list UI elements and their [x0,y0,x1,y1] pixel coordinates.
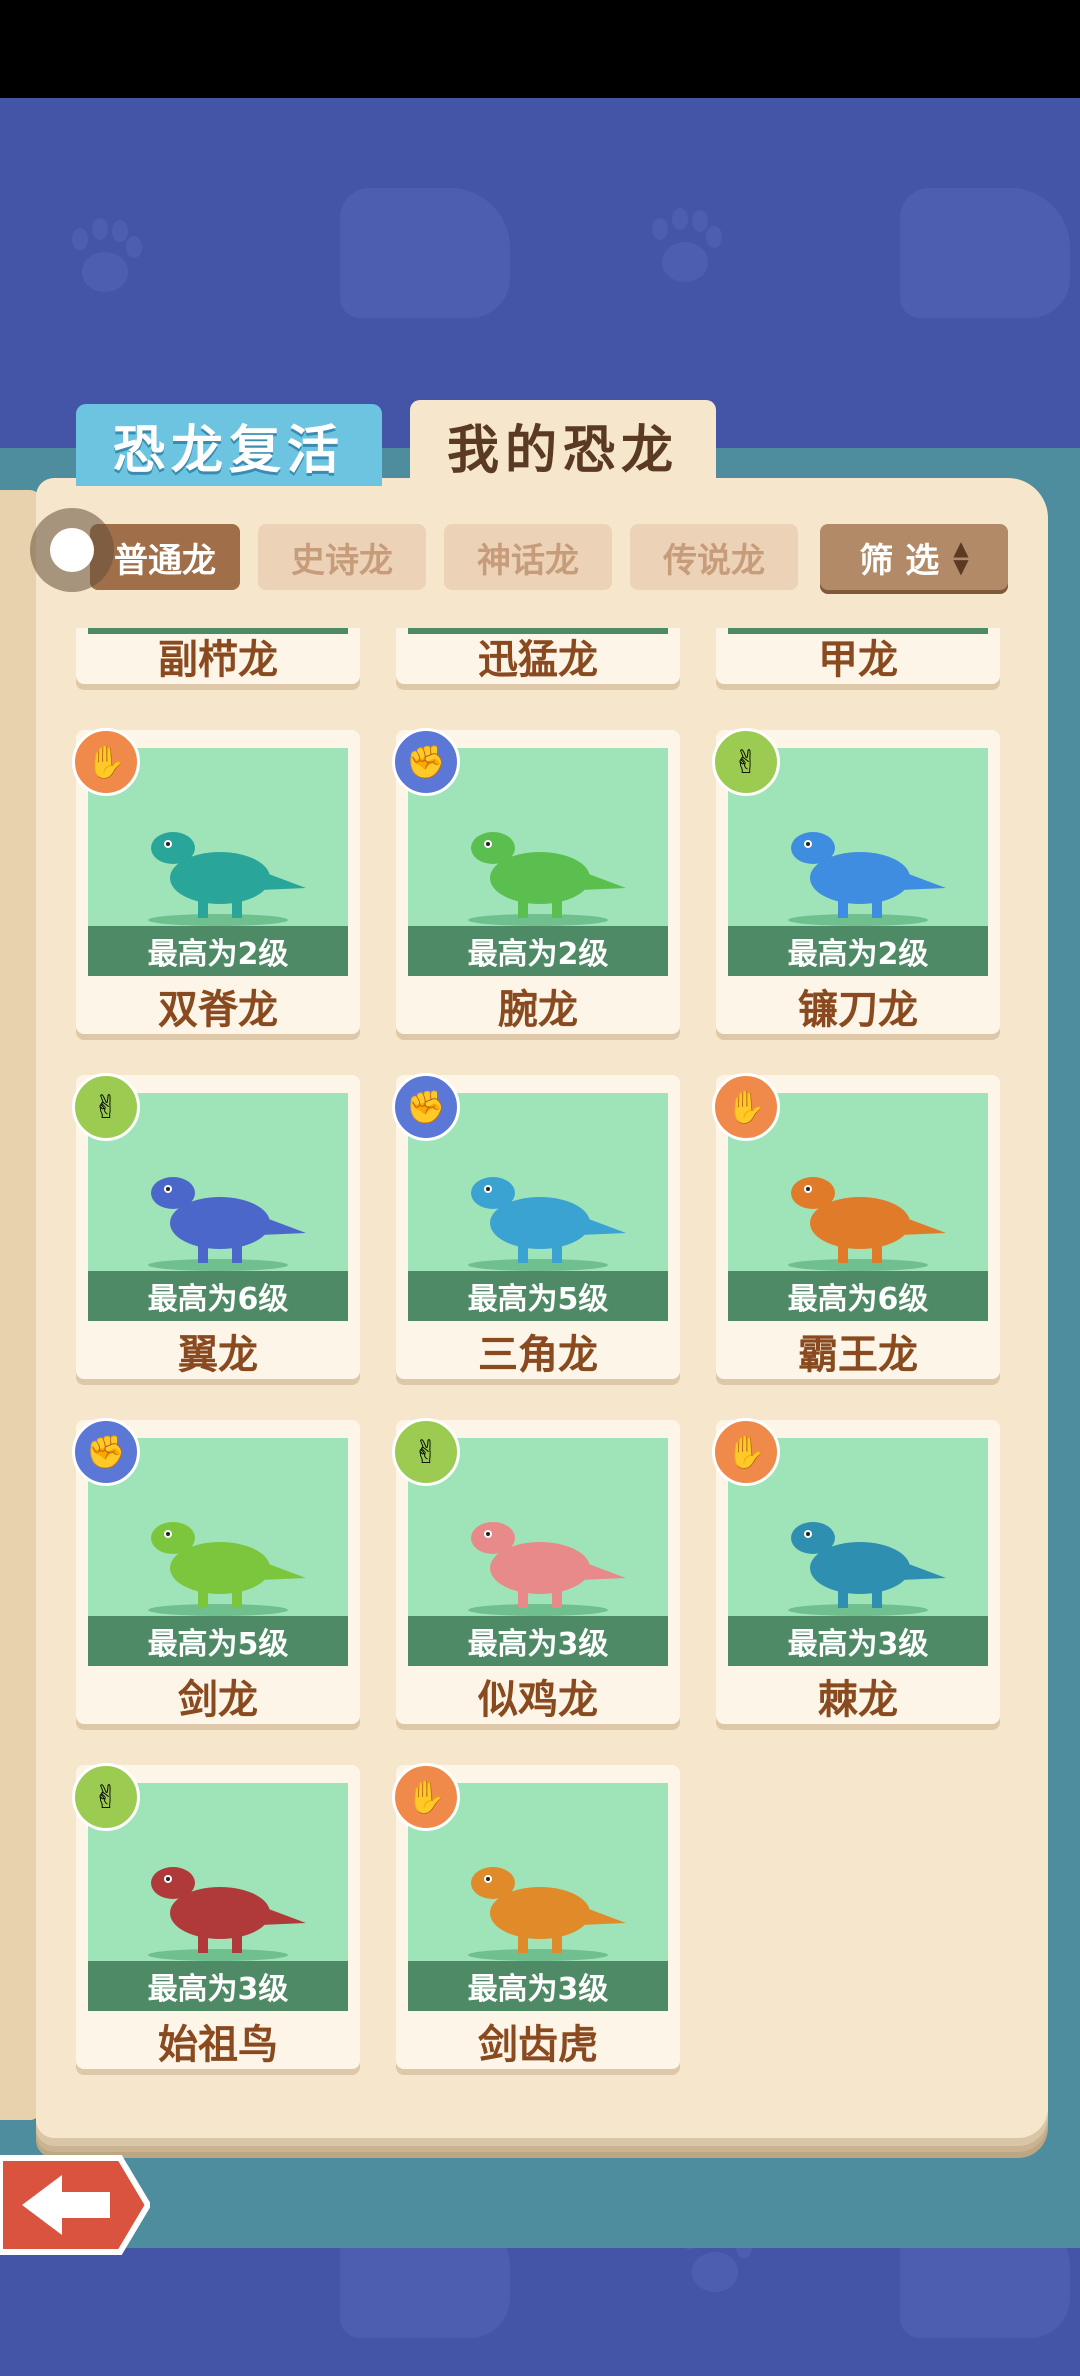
dino-name: 镰刀龙 [798,987,918,1033]
dino-max-level: 最高为3级 [728,1616,988,1666]
dino-head-decoration [340,188,510,318]
dino-max-level: 最高为2级 [728,926,988,976]
filter-button-label: 筛 选 [859,540,940,581]
hand-sign-icon: ✋ [712,1418,780,1486]
dino-head-decoration [900,188,1070,318]
dino-icon [148,1867,306,1961]
dino-card[interactable]: 最高为2级双脊龙 ✋ [72,728,360,1034]
paw-decoration [650,208,722,288]
dino-max-level: 最高为3级 [88,1961,348,2011]
filter-bar: 普通龙 史诗龙 神话龙 传说龙 筛 选 ▲ ▼ [0,524,1080,594]
filter-legend[interactable]: 传说龙 [630,524,798,590]
tab-my-dinos[interactable]: 我的恐龙 [410,400,716,490]
dino-icon [468,832,626,926]
dino-max-level: 最高为3级 [408,1616,668,1666]
hand-sign-icon: ✋ [392,1763,460,1831]
dino-card-name[interactable]: 副栉龙 [76,628,360,684]
hand-sign-icon: ✌ [392,1418,460,1486]
dino-name: 似鸡龙 [478,1677,598,1723]
dino-card[interactable]: 最高为5级剑龙 ✊ [72,1418,360,1724]
dino-name: 腕龙 [498,987,578,1033]
dino-name: 棘龙 [818,1677,898,1723]
dino-icon [788,1177,946,1271]
status-bar [0,0,1080,98]
dino-card[interactable]: 最高为5级三角龙 ✊ [392,1073,680,1379]
filter-button[interactable]: 筛 选 ▲ ▼ [820,524,1008,590]
dino-icon [788,832,946,926]
hand-sign-icon: ✊ [392,728,460,796]
dino-icon [148,1522,306,1616]
dino-icon [148,1177,306,1271]
hand-sign-icon: ✋ [712,1073,780,1141]
dino-name: 三角龙 [478,1332,598,1378]
dino-icon [788,1522,946,1616]
dino-max-level: 最高为5级 [408,1271,668,1321]
dino-card[interactable]: 最高为3级似鸡龙 ✌ [392,1418,680,1724]
dino-max-level: 最高为6级 [88,1271,348,1321]
back-button[interactable] [0,2140,150,2270]
dino-card[interactable]: 最高为6级翼龙 ✌ [72,1073,360,1379]
dino-card-name[interactable]: 迅猛龙 [396,628,680,684]
dino-name: 双脊龙 [158,987,278,1033]
dino-name: 始祖鸟 [158,2022,278,2068]
sort-arrows-icon: ▲ ▼ [953,536,969,578]
filter-myth[interactable]: 神话龙 [444,524,612,590]
dino-card[interactable]: 最高为2级腕龙 ✊ [392,728,680,1034]
filter-epic[interactable]: 史诗龙 [258,524,426,590]
hand-sign-icon: ✊ [72,1418,140,1486]
dino-card[interactable]: 最高为6级霸王龙 ✋ [712,1073,1000,1379]
dino-name: 剑齿虎 [478,2022,598,2068]
dino-name: 霸王龙 [798,1332,918,1378]
dino-card-name[interactable]: 甲龙 [716,628,1000,684]
hand-sign-icon: ✌ [712,728,780,796]
dino-card[interactable]: 最高为2级镰刀龙 ✌ [712,728,1000,1034]
dino-name: 剑龙 [178,1677,258,1723]
hand-sign-icon: ✋ [72,728,140,796]
dino-icon [148,832,306,926]
hand-sign-icon: ✊ [392,1073,460,1141]
hand-sign-icon: ✌ [72,1073,140,1141]
dino-max-level: 最高为5级 [88,1616,348,1666]
dino-card[interactable]: 最高为3级剑齿虎 ✋ [392,1763,680,2069]
tab-dino-revive[interactable]: 恐龙复活 [76,404,382,486]
dino-max-level: 最高为2级 [88,926,348,976]
dino-max-level: 最高为6级 [728,1271,988,1321]
dino-icon [468,1867,626,1961]
paw-decoration [70,218,142,298]
floating-toggle-button[interactable] [30,508,114,592]
dino-name: 翼龙 [178,1332,258,1378]
dino-max-level: 最高为2级 [408,926,668,976]
hand-sign-icon: ✌ [72,1763,140,1831]
dino-card[interactable]: 最高为3级始祖鸟 ✌ [72,1763,360,2069]
dino-max-level: 最高为3级 [408,1961,668,2011]
dino-icon [468,1522,626,1616]
dino-card[interactable]: 最高为3级棘龙 ✋ [712,1418,1000,1724]
dino-icon [468,1177,626,1271]
